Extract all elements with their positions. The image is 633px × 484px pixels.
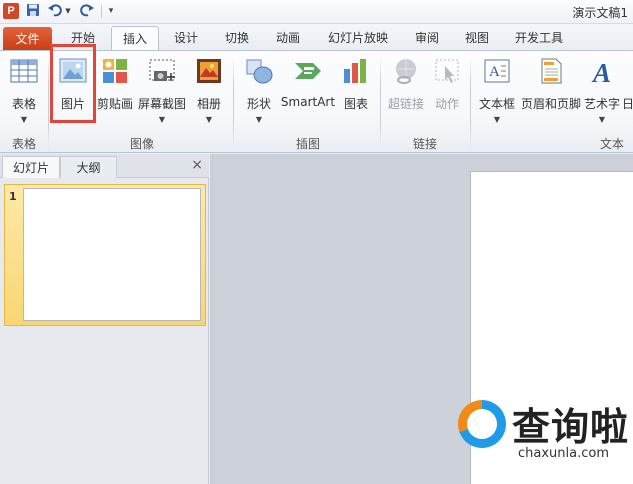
tab-view[interactable]: 视图: [455, 26, 499, 51]
close-icon[interactable]: ×: [191, 157, 203, 173]
shapes-button[interactable]: 形状 ▼: [240, 55, 278, 129]
chart-icon: [341, 57, 371, 85]
powerpoint-app-icon[interactable]: P: [3, 3, 19, 19]
textbox-button[interactable]: A 文本框 ▼: [474, 55, 520, 129]
table-label: 表格: [11, 97, 36, 111]
textbox-label: 文本框: [478, 97, 515, 111]
header-footer-button[interactable]: 页眉和页脚: [520, 55, 582, 129]
shapes-icon: [244, 57, 274, 85]
textbox-dropdown-icon: ▼: [493, 115, 501, 124]
header-footer-icon: [536, 57, 566, 85]
screenshot-dropdown-icon: ▼: [158, 115, 166, 124]
screenshot-icon: [147, 57, 177, 85]
undo-icon[interactable]: [48, 3, 62, 19]
smartart-label: SmartArt: [280, 95, 336, 109]
slide-thumbnail[interactable]: [23, 188, 201, 321]
wordart-label: 艺术字: [583, 97, 620, 111]
tab-developer[interactable]: 开发工具: [508, 26, 570, 51]
photo-album-label: 相册: [196, 97, 221, 111]
clipart-icon: [100, 57, 130, 85]
textbox-icon: A: [482, 57, 512, 85]
slide-thumbnail-selected[interactable]: 1: [4, 184, 206, 326]
tab-insert[interactable]: 插入: [111, 26, 159, 52]
slides-pane-tabs: 幻灯片 大纲 ×: [0, 154, 209, 178]
table-icon: [9, 57, 39, 85]
photo-album-button[interactable]: 相册 ▼: [191, 55, 227, 129]
date-time-label: 日: [622, 97, 633, 111]
hyperlink-icon: [391, 57, 421, 85]
group-label-illustrations: 插图: [295, 137, 320, 151]
watermark-title: 查询啦: [512, 405, 630, 449]
group-label-tables: 表格: [11, 137, 36, 151]
group-label-images: 图像: [129, 137, 154, 151]
customize-qat-icon[interactable]: ▾: [104, 3, 118, 19]
shapes-dropdown-icon: ▼: [255, 115, 263, 124]
svg-text:A: A: [591, 58, 611, 85]
smartart-icon: [293, 57, 323, 85]
chaxunla-logo-icon: [458, 400, 506, 448]
group-separator: [48, 57, 49, 149]
slide-number: 1: [9, 190, 17, 203]
group-separator: [470, 57, 471, 149]
clipart-button[interactable]: 剪贴画: [96, 55, 134, 129]
redo-icon[interactable]: [80, 3, 94, 19]
screenshot-button[interactable]: 屏幕截图 ▼: [136, 55, 188, 129]
watermark-url: chaxunla.com: [518, 446, 609, 461]
document-title: 演示文稿1: [572, 6, 628, 20]
album-dropdown-icon: ▼: [205, 115, 213, 124]
svg-text:A: A: [489, 64, 500, 80]
group-label-text: 文本: [600, 137, 625, 151]
screenshot-label: 屏幕截图: [137, 97, 186, 111]
action-icon: [432, 57, 462, 85]
tab-outline[interactable]: 大纲: [60, 156, 117, 178]
slides-pane: 幻灯片 大纲 × 1: [0, 154, 209, 484]
title-bar: P ▼ ▾ 演示文稿1: [0, 0, 633, 24]
tab-transitions[interactable]: 切换: [215, 26, 259, 51]
table-dropdown-icon: ▼: [20, 115, 28, 124]
action-label: 动作: [434, 97, 459, 111]
photo-album-icon: [194, 57, 224, 85]
chart-label: 图表: [343, 97, 368, 111]
chaxunla-watermark: 查询啦 chaxunla.com: [458, 396, 633, 466]
chart-button[interactable]: 图表: [338, 55, 374, 129]
wordart-icon: A: [587, 57, 617, 88]
undo-dropdown-icon[interactable]: ▼: [64, 3, 72, 19]
shapes-label: 形状: [246, 97, 271, 111]
wordart-button[interactable]: A 艺术字 ▼: [582, 55, 622, 129]
hyperlink-button[interactable]: 超链接: [385, 55, 427, 129]
hyperlink-label: 超链接: [387, 97, 424, 111]
tab-review[interactable]: 审阅: [405, 26, 449, 51]
header-footer-label: 页眉和页脚: [520, 97, 581, 111]
tab-animations[interactable]: 动画: [265, 26, 311, 51]
action-button[interactable]: 动作: [429, 55, 465, 129]
tab-slide-show[interactable]: 幻灯片放映: [322, 26, 394, 51]
picture-highlight-box: [50, 44, 96, 123]
tab-file[interactable]: 文件: [3, 27, 52, 51]
table-button[interactable]: 表格 ▼: [4, 55, 44, 129]
group-separator: [380, 57, 381, 149]
clipart-label: 剪贴画: [96, 97, 133, 111]
qat-separator: [101, 5, 102, 18]
smartart-button[interactable]: SmartArt: [280, 55, 336, 129]
tab-design[interactable]: 设计: [164, 26, 208, 51]
group-label-links: 链接: [412, 137, 437, 151]
wordart-dropdown-icon: ▼: [598, 115, 606, 124]
group-separator: [233, 57, 234, 149]
save-icon[interactable]: [26, 3, 40, 19]
tab-slides[interactable]: 幻灯片: [2, 156, 60, 178]
date-time-button[interactable]: 日: [622, 55, 633, 129]
